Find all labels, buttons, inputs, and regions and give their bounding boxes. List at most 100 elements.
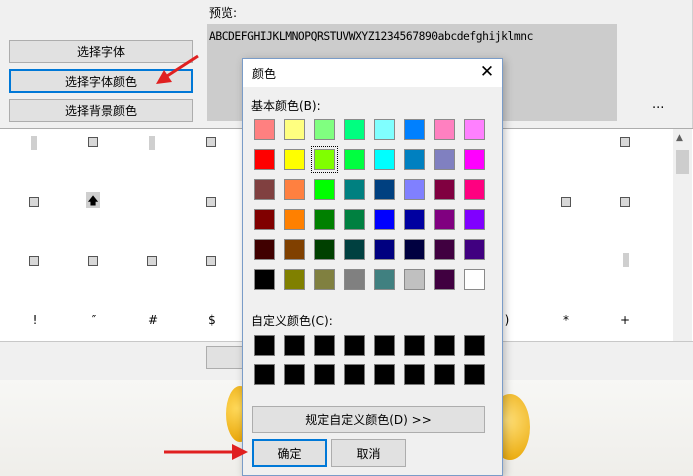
glyph-cell[interactable] [29, 197, 39, 207]
scroll-up-arrow-icon[interactable]: ▲ [676, 133, 683, 143]
cancel-button[interactable]: 取消 [331, 439, 406, 467]
glyph-cell[interactable] [149, 136, 155, 150]
glyph-cell[interactable] [620, 137, 630, 147]
basic-color-swatch[interactable] [464, 269, 485, 290]
custom-color-swatch[interactable] [434, 335, 455, 356]
glyph-cell[interactable]: 🡅 [86, 192, 100, 208]
select-background-color-button[interactable]: 选择背景颜色 [9, 99, 193, 122]
custom-color-swatch[interactable] [284, 364, 305, 385]
basic-color-swatch[interactable] [344, 119, 365, 140]
scrollbar-thumb[interactable] [676, 150, 689, 174]
close-icon[interactable]: ✕ [479, 62, 495, 82]
basic-color-swatch[interactable] [434, 269, 455, 290]
basic-color-swatch[interactable] [314, 239, 335, 260]
basic-color-swatch[interactable] [374, 239, 395, 260]
glyph-cell[interactable] [31, 136, 37, 150]
custom-color-swatch[interactable] [254, 335, 275, 356]
basic-color-swatch[interactable] [464, 239, 485, 260]
glyph-cell[interactable] [206, 137, 216, 147]
basic-color-swatch[interactable] [404, 239, 425, 260]
custom-color-swatch[interactable] [404, 335, 425, 356]
basic-color-swatch[interactable] [284, 179, 305, 200]
basic-color-swatch[interactable] [434, 209, 455, 230]
basic-color-swatch[interactable] [434, 179, 455, 200]
glyph-cell[interactable]: * [559, 313, 573, 327]
glyph-cell[interactable] [206, 256, 216, 266]
glyph-cell[interactable]: ! [28, 313, 42, 327]
basic-color-swatch[interactable] [284, 149, 305, 170]
basic-color-swatch[interactable] [254, 239, 275, 260]
basic-color-swatch[interactable] [374, 209, 395, 230]
basic-color-swatch[interactable] [374, 119, 395, 140]
custom-color-swatch[interactable] [434, 364, 455, 385]
basic-color-swatch[interactable] [284, 119, 305, 140]
glyph-cell[interactable] [88, 137, 98, 147]
basic-color-swatch[interactable] [464, 119, 485, 140]
basic-color-swatch[interactable] [344, 269, 365, 290]
basic-color-swatch[interactable] [404, 149, 425, 170]
basic-color-swatch[interactable] [284, 269, 305, 290]
glyph-cell[interactable]: ″ [87, 313, 101, 327]
custom-color-swatch[interactable] [464, 335, 485, 356]
basic-color-swatch[interactable] [344, 239, 365, 260]
custom-color-swatch[interactable] [374, 364, 395, 385]
basic-color-swatch[interactable] [344, 209, 365, 230]
basic-color-swatch[interactable] [404, 179, 425, 200]
basic-color-swatch[interactable] [434, 239, 455, 260]
basic-color-swatch[interactable] [314, 119, 335, 140]
basic-color-swatch[interactable] [314, 269, 335, 290]
glyph-cell[interactable] [147, 256, 157, 266]
basic-color-swatch[interactable] [314, 209, 335, 230]
glyph-cell[interactable]: + [618, 313, 632, 327]
ok-button[interactable]: 确定 [252, 439, 327, 467]
preview-label: 预览: [209, 6, 238, 20]
glyph-cell[interactable] [623, 253, 629, 267]
basic-color-swatch[interactable] [344, 179, 365, 200]
basic-color-swatch[interactable] [254, 209, 275, 230]
custom-color-swatch[interactable] [404, 364, 425, 385]
custom-color-swatch[interactable] [284, 335, 305, 356]
basic-color-swatch[interactable] [311, 146, 338, 173]
annotation-arrow-icon [164, 444, 248, 460]
basic-color-swatch[interactable] [464, 209, 485, 230]
glyph-cell[interactable]: # [146, 313, 160, 327]
basic-color-swatch[interactable] [284, 209, 305, 230]
custom-color-swatch[interactable] [314, 335, 335, 356]
custom-color-swatch[interactable] [374, 335, 395, 356]
glyph-cell[interactable] [620, 197, 630, 207]
custom-color-swatch[interactable] [344, 364, 365, 385]
custom-color-swatch[interactable] [254, 364, 275, 385]
basic-color-swatch[interactable] [254, 149, 275, 170]
basic-color-swatch[interactable] [404, 269, 425, 290]
custom-color-swatch[interactable] [314, 364, 335, 385]
basic-color-swatch[interactable] [284, 239, 305, 260]
basic-color-swatch[interactable] [434, 119, 455, 140]
basic-colors-label: 基本颜色(B): [251, 99, 321, 113]
dialog-titlebar [243, 59, 502, 87]
preview-overflow-dots: ... [652, 97, 665, 112]
glyph-cell[interactable] [29, 256, 39, 266]
annotation-arrow-icon [156, 54, 199, 84]
basic-color-swatch[interactable] [464, 149, 485, 170]
basic-color-swatch[interactable] [434, 149, 455, 170]
basic-color-swatch[interactable] [254, 119, 275, 140]
glyph-cell[interactable] [88, 256, 98, 266]
basic-color-swatch[interactable] [404, 209, 425, 230]
custom-color-swatch[interactable] [344, 335, 365, 356]
basic-color-swatch[interactable] [254, 269, 275, 290]
custom-color-swatch[interactable] [464, 364, 485, 385]
custom-colors-label: 自定义颜色(C): [251, 314, 333, 328]
define-custom-colors-button[interactable]: 规定自定义颜色(D) >> [252, 406, 485, 433]
basic-color-swatch[interactable] [374, 149, 395, 170]
glyph-cell[interactable]: $ [205, 313, 219, 327]
basic-color-swatch[interactable] [464, 179, 485, 200]
basic-color-swatch[interactable] [254, 179, 275, 200]
glyph-cell[interactable] [561, 197, 571, 207]
preview-text: ABCDEFGHIJKLMNOPQRSTUVWXYZ1234567890abcd… [209, 30, 533, 43]
basic-color-swatch[interactable] [374, 269, 395, 290]
basic-color-swatch[interactable] [344, 149, 365, 170]
basic-color-swatch[interactable] [314, 179, 335, 200]
glyph-cell[interactable] [206, 197, 216, 207]
basic-color-swatch[interactable] [374, 179, 395, 200]
basic-color-swatch[interactable] [404, 119, 425, 140]
